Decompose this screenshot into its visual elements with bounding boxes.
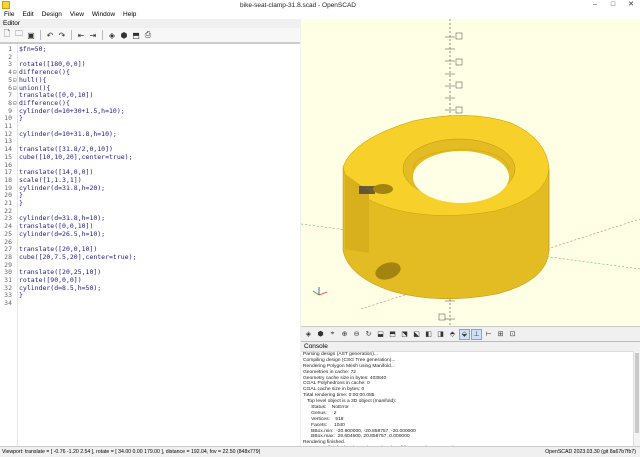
save-icon[interactable]: ▣ xyxy=(26,30,36,40)
toolbar-separator xyxy=(71,30,72,40)
unindent-icon[interactable]: ⇤ xyxy=(76,30,86,40)
toolbar-separator xyxy=(40,30,41,40)
fold-marker-icon[interactable]: ⊟ xyxy=(13,69,17,77)
show-edges-icon[interactable]: ⊞ xyxy=(495,329,506,340)
scrollbar-thumb[interactable] xyxy=(635,353,639,433)
code-text: cylinder(d=26.5,h=10); xyxy=(19,229,106,238)
export-stl-icon[interactable]: ⬒ xyxy=(131,30,141,40)
render-icon[interactable]: ⬢ xyxy=(315,329,326,340)
code-line[interactable]: 19 cylinder(d=31.8,h=20); xyxy=(0,183,300,193)
zoom-out-icon[interactable]: ⊖ xyxy=(351,329,362,340)
window-title: bike-seat-clamp-31.8.scad - OpenSCAD xyxy=(240,1,356,9)
preview-icon[interactable]: ◈ xyxy=(107,30,117,40)
console-panel-title: Console xyxy=(301,342,640,352)
code-line[interactable]: 10} xyxy=(0,115,300,123)
right-panel: ◈ ⬢ ⌖ ⊕ ⊖ ↻ ⬓ ⬒ ⬔ ⬕ ◧ ◨ ⬘ ⬙ ⊥ ⊢ ⊞ ⊡ Cons… xyxy=(301,19,640,451)
code-text: cylinder(d=8.5,h=50); xyxy=(19,283,102,292)
code-line[interactable]: 1 $fn=50; xyxy=(0,45,300,54)
code-text: } xyxy=(19,291,23,300)
console-output: Parsing design (AST generation)... Compil… xyxy=(301,352,640,452)
view-right-icon[interactable]: ⬓ xyxy=(375,329,386,340)
code-line[interactable]: 20} xyxy=(0,192,300,200)
view-bottom-icon[interactable]: ⬔ xyxy=(399,329,410,340)
status-bar: Viewport: translate = [ -0.76 -1.20 2.54… xyxy=(0,446,640,457)
code-text: cube([20,7.5,20],center=true); xyxy=(19,252,137,261)
code-text: $fn=50; xyxy=(19,45,47,53)
menu-design[interactable]: Design xyxy=(38,11,66,18)
code-text: cylinder(d=10+31.8,h=10); xyxy=(19,129,117,138)
console-panel: Console Parsing design (AST generation).… xyxy=(301,341,640,451)
code-line[interactable]: 9 cylinder(d=10+30+1.5,h=10); xyxy=(0,106,300,116)
code-text: } xyxy=(19,199,23,207)
editor-toolbar: 🗋 🗀 ▣ ↶ ↷ ⇤ ⇥ ◈ ⬢ ⬒ ⎙ xyxy=(0,28,300,43)
view-back-icon[interactable]: ◨ xyxy=(435,329,446,340)
redo-icon[interactable]: ↷ xyxy=(57,30,67,40)
code-line[interactable]: 15 cube([10,10,20],center=true); xyxy=(0,152,300,162)
code-line[interactable]: 25 cylinder(d=26.5,h=10); xyxy=(0,229,300,239)
3d-model[interactable] xyxy=(342,115,550,300)
orthogonal-icon[interactable]: ⬙ xyxy=(459,328,470,340)
maximize-button[interactable]: □ xyxy=(604,0,622,10)
render-icon[interactable]: ⬢ xyxy=(119,30,129,40)
code-line[interactable]: 32 cylinder(d=8.5,h=50); xyxy=(0,283,300,293)
indent-icon[interactable]: ⇥ xyxy=(88,30,98,40)
editor-panel-title: Editor xyxy=(0,19,300,28)
3d-viewport[interactable] xyxy=(301,19,640,326)
fold-marker-icon[interactable]: ⊟ xyxy=(13,85,17,93)
view-front-icon[interactable]: ◧ xyxy=(423,329,434,340)
menu-file[interactable]: File xyxy=(0,11,18,18)
undo-icon[interactable]: ↶ xyxy=(45,30,55,40)
openscad-app-icon xyxy=(2,1,10,9)
code-text: } xyxy=(19,114,23,123)
code-text: cylinder(d=31.8,h=20); xyxy=(19,183,106,192)
code-line[interactable]: 34 xyxy=(0,299,300,308)
view-top-icon[interactable]: ⬒ xyxy=(387,329,398,340)
close-button[interactable]: ✕ xyxy=(622,0,640,10)
code-line[interactable]: 12 cylinder(d=10+31.8,h=10); xyxy=(0,129,300,139)
editor-panel: Editor 🗋 🗀 ▣ ↶ ↷ ⇤ ⇥ ◈ ⬢ ⬒ ⎙ 1 $fn=50; 2 3 r… xyxy=(0,19,300,447)
code-line[interactable]: 21} xyxy=(0,199,300,208)
menu-view[interactable]: View xyxy=(66,11,88,18)
show-scale-icon[interactable]: ⊢ xyxy=(483,329,494,340)
preview-icon[interactable]: ◈ xyxy=(303,329,314,340)
toolbar-separator xyxy=(102,30,103,40)
line-number: 34 xyxy=(4,299,12,308)
show-axes-icon[interactable]: ⊥ xyxy=(471,328,482,340)
perspective-icon[interactable]: ⬘ xyxy=(447,329,458,340)
console-scrollbar[interactable] xyxy=(633,351,640,446)
send-to-print-icon[interactable]: ⎙ xyxy=(143,30,153,40)
view-left-icon[interactable]: ⬕ xyxy=(411,329,422,340)
view-all-icon[interactable]: ⌖ xyxy=(327,329,338,340)
code-editor[interactable]: 1 $fn=50; 2 3 rotate([180,0,0]) 4 ⊟ difference(… xyxy=(0,43,300,447)
menu-help[interactable]: Help xyxy=(119,11,140,18)
viewport-toolbar: ◈ ⬢ ⌖ ⊕ ⊖ ↻ ⬓ ⬒ ⬔ ⬕ ◧ ◨ ⬘ ⬙ ⊥ ⊢ ⊞ ⊡ xyxy=(301,326,640,341)
code-text: cube([10,10,20],center=true); xyxy=(19,152,133,161)
fold-marker-icon[interactable]: ⊟ xyxy=(13,100,17,108)
code-line[interactable]: 33} xyxy=(0,292,300,300)
viewport-canvas[interactable] xyxy=(301,19,640,326)
menu-edit[interactable]: Edit xyxy=(18,11,37,18)
new-file-icon[interactable]: 🗋 xyxy=(2,29,12,40)
title-bar: bike-seat-clamp-31.8.scad - OpenSCAD – □… xyxy=(0,0,640,10)
axis-gizmo xyxy=(312,287,328,296)
open-file-icon[interactable]: 🗀 xyxy=(14,29,24,40)
reset-view-icon[interactable]: ↻ xyxy=(363,329,374,340)
code-text: cylinder(d=10+30+1.5,h=10); xyxy=(19,106,125,115)
zoom-in-icon[interactable]: ⊕ xyxy=(339,329,350,340)
code-line[interactable]: 28 cube([20,7.5,20],center=true); xyxy=(0,252,300,262)
minimize-button[interactable]: – xyxy=(586,0,604,10)
fold-marker-icon[interactable]: ⊟ xyxy=(13,77,17,85)
crosshairs-icon[interactable]: ⊡ xyxy=(507,329,518,340)
menu-window[interactable]: Window xyxy=(88,11,119,18)
